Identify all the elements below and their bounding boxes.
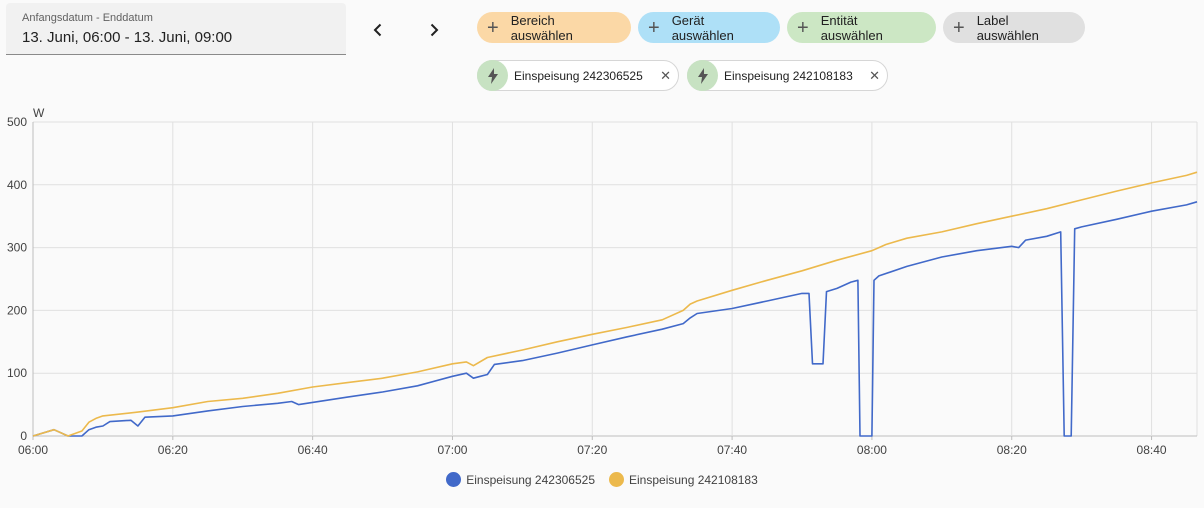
y-tick-label: 200 [7,303,27,317]
x-tick-label: 06:40 [298,443,328,457]
y-tick-label: 400 [7,178,27,192]
series-line-2 [32,171,1198,437]
chart-series [32,171,1198,437]
legend-label: Einspeisung 242306525 [466,472,595,487]
legend-marker [446,472,462,487]
y-tick-label: 500 [7,115,27,129]
x-tick-label: 06:20 [158,443,188,457]
x-tick-label: 07:20 [577,443,607,457]
x-tick-label: 08:40 [1137,443,1167,457]
y-axis-unit: W [33,106,45,120]
y-tick-label: 300 [7,241,27,255]
x-tick-label: 06:00 [18,443,48,457]
legend-item[interactable]: Einspeisung 242306525 [446,472,595,487]
power-line-chart: W 0100200300400500 06:00 06:20 06:40 07:00 0… [7,106,1198,457]
legend-label: Einspeisung 242108183 [629,472,758,487]
y-axis-ticks: 0 100 200 300 400 500 [7,115,27,443]
x-axis-ticks: 06:00 06:20 06:40 07:00 07:20 07:40 08:00 08:20… [18,443,1167,457]
x-tick-label: 08:20 [997,443,1027,457]
y-tick-label: 100 [7,366,27,380]
chart-legend: Einspeisung 242306525 Einspeisung 242108… [0,472,1204,487]
legend-item[interactable]: Einspeisung 242108183 [609,472,758,487]
x-tick-label: 07:40 [717,443,747,457]
chart-grid [32,121,1198,440]
legend-marker [609,472,624,487]
x-tick-label: 08:00 [857,443,887,457]
x-tick-label: 07:00 [437,443,467,457]
y-tick-label: 0 [20,429,27,443]
